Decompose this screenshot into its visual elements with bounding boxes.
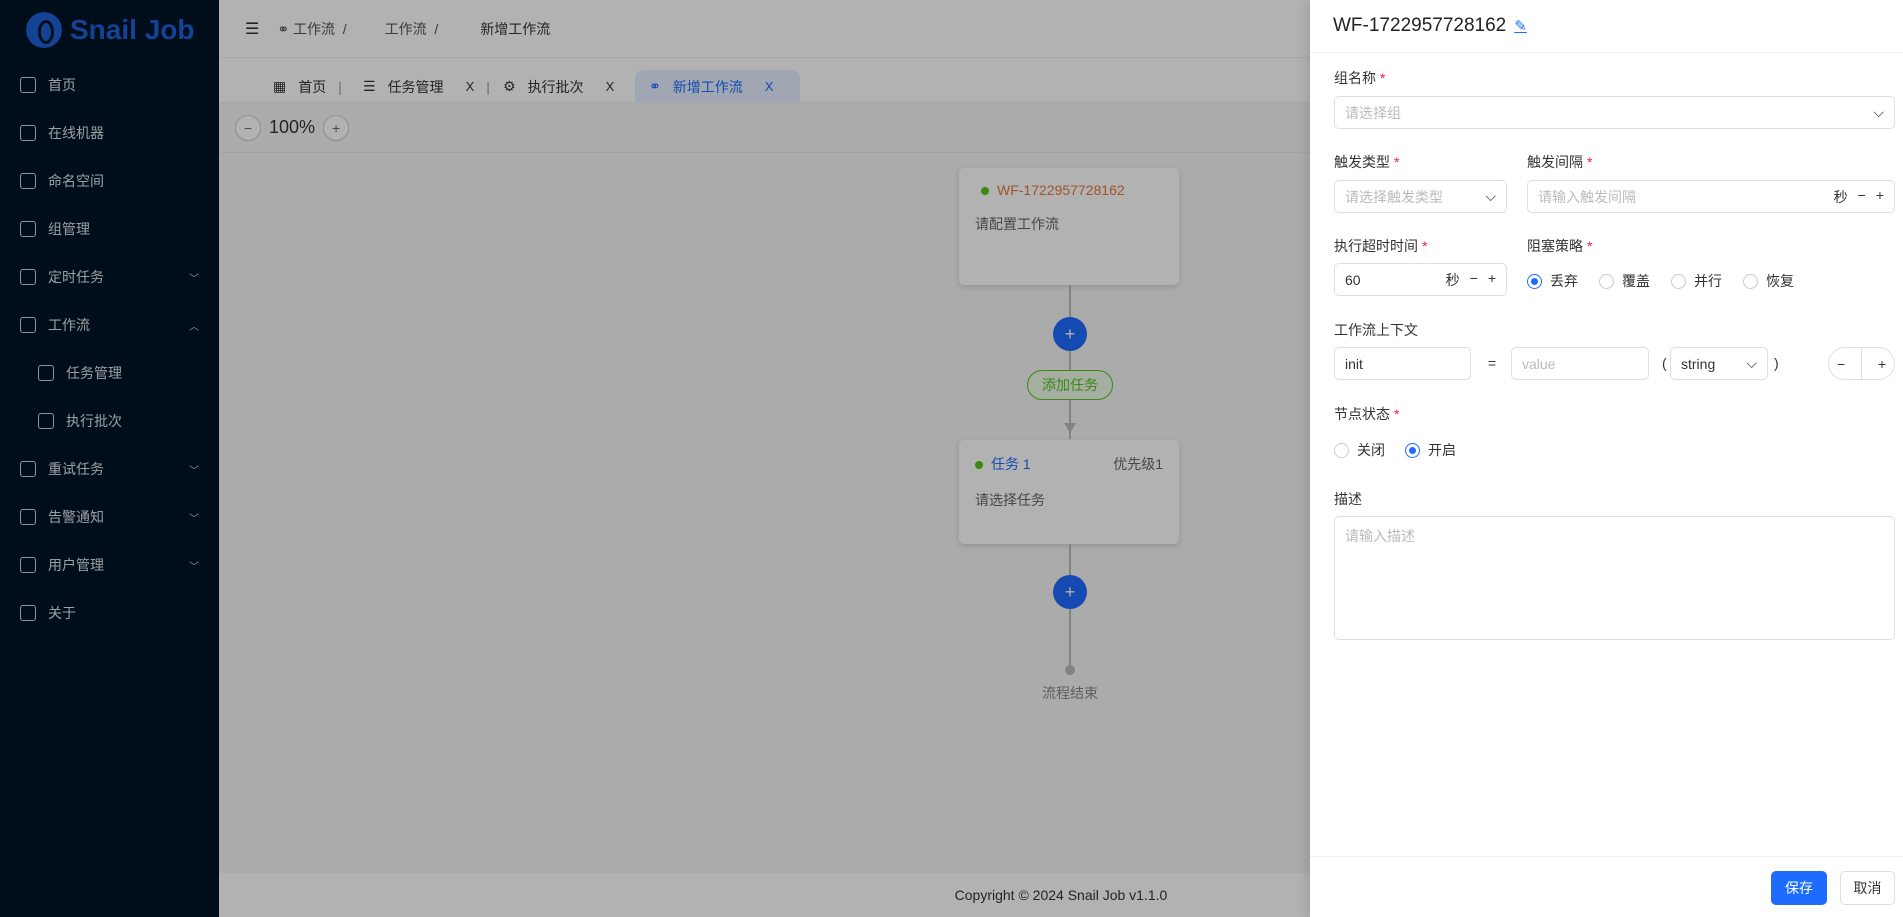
radio-discard[interactable]: 丢弃 (1527, 271, 1578, 291)
trigger-interval-label: 触发间隔 * (1527, 154, 1593, 170)
timeout-label: 执行超时时间 * (1334, 238, 1428, 254)
description-label: 描述 (1334, 491, 1362, 507)
group-select[interactable]: 请选择组 ⌵ (1334, 96, 1895, 129)
radio-open[interactable]: 开启 (1405, 440, 1456, 460)
context-label: 工作流上下文 (1334, 322, 1418, 338)
add-row-button[interactable]: + (1878, 356, 1886, 372)
paren-open: ( (1662, 355, 1667, 371)
save-button[interactable]: 保存 (1771, 871, 1827, 905)
radio-parallel[interactable]: 并行 (1671, 271, 1722, 291)
increment-button[interactable]: + (1488, 270, 1496, 290)
edit-icon[interactable]: ✎ (1514, 17, 1527, 35)
radio-closed[interactable]: 关闭 (1334, 440, 1385, 460)
drawer-mask[interactable] (0, 0, 1310, 917)
decrement-button[interactable]: − (1470, 270, 1478, 290)
context-row-controls: − + (1828, 347, 1895, 380)
paren-close: ) (1774, 355, 1779, 371)
node-status-label: 节点状态 * (1334, 406, 1400, 422)
cancel-button[interactable]: 取消 (1840, 871, 1895, 905)
block-strategy-label: 阻塞策略 * (1527, 238, 1593, 254)
chevron-down-icon: ⌵ (1746, 355, 1757, 371)
radio-overwrite[interactable]: 覆盖 (1599, 271, 1650, 291)
drawer-header: WF-1722957728162 ✎ (1310, 0, 1903, 53)
decrement-button[interactable]: − (1858, 187, 1866, 207)
workflow-config-drawer: WF-1722957728162 ✎ 组名称 * 请选择组 ⌵ 触发类型 * 请选择触发… (1310, 0, 1903, 917)
equals-sign: = (1488, 355, 1497, 371)
chevron-down-icon: ⌵ (1873, 104, 1884, 120)
drawer-title: WF-1722957728162 (1333, 15, 1507, 36)
timeout-input[interactable]: 60 秒 − + (1334, 263, 1507, 296)
trigger-interval-input[interactable]: 请输入触发间隔秒 − + (1527, 180, 1895, 213)
drawer-footer: 保存 取消 (1310, 856, 1903, 917)
context-key-input[interactable]: init (1334, 347, 1471, 380)
group-label: 组名称 * (1334, 70, 1386, 86)
trigger-type-label: 触发类型 * (1334, 154, 1400, 170)
radio-recover[interactable]: 恢复 (1743, 271, 1794, 291)
chevron-down-icon: ⌵ (1485, 188, 1496, 204)
increment-button[interactable]: + (1876, 187, 1884, 207)
remove-row-button[interactable]: − (1837, 356, 1845, 372)
trigger-type-select[interactable]: 请选择触发类型 ⌵ (1334, 180, 1507, 213)
description-textarea[interactable]: 请输入描述 (1334, 516, 1895, 640)
context-type-select[interactable]: string ⌵ (1670, 347, 1768, 380)
context-value-input[interactable]: value (1511, 347, 1649, 380)
